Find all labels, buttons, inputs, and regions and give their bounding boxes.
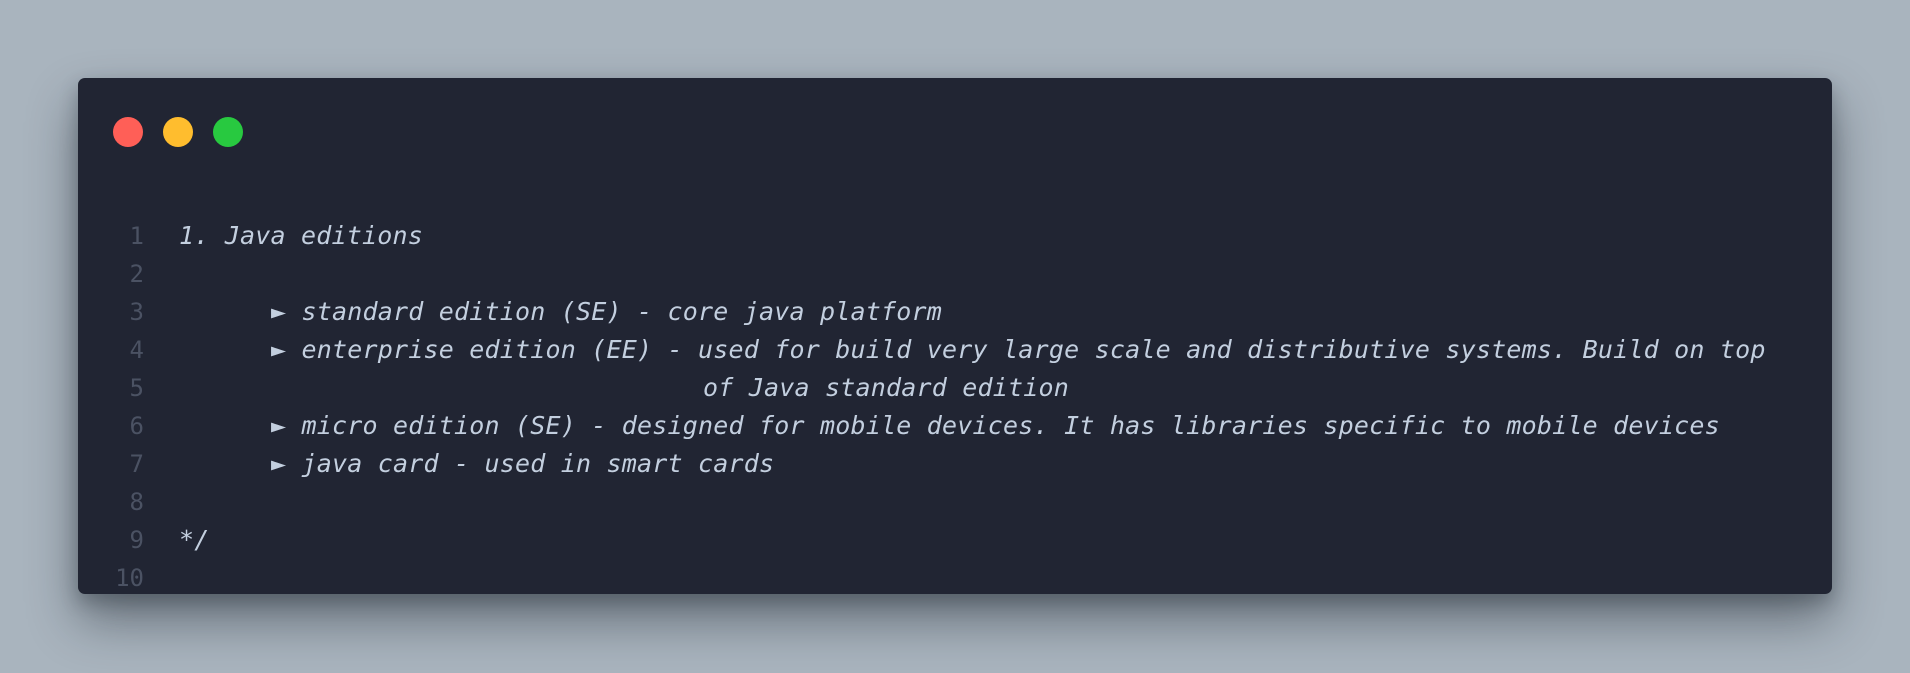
code-line: 7 ► micro edition (SE) - designed for mo…: [78, 407, 1832, 478]
close-button[interactable]: [113, 117, 143, 147]
code-line: 8 ► java card - used in smart cards: [78, 445, 1832, 516]
line-number: 10: [115, 564, 144, 592]
code-line: 4 ► standard edition (SE) - core java pl…: [78, 293, 1832, 364]
code-line: 10 */: [78, 521, 1832, 592]
code-text: ► enterprise edition (EE) - used for bui…: [271, 335, 1766, 364]
code-text: ► standard edition (SE) - core java plat…: [271, 297, 943, 326]
code-line: 3: [78, 255, 1832, 326]
code-text: ► java card - used in smart cards: [271, 449, 775, 478]
code-line: 1: [78, 179, 1832, 250]
code-text: ► micro edition (SE) - designed for mobi…: [271, 411, 1720, 440]
code-line: 9: [78, 483, 1832, 554]
minimize-button[interactable]: [163, 117, 193, 147]
code-line: 6 of Java standard edition: [78, 369, 1832, 440]
code-text: of Java standard edition: [703, 373, 1070, 402]
code-editor: 1 2 1. Java editions 3 4 ► standard edit…: [78, 179, 1832, 592]
code-text: */: [179, 525, 210, 554]
code-line: 5 ► enterprise edition (EE) - used for b…: [78, 331, 1832, 402]
code-window: 1 2 1. Java editions 3 4 ► standard edit…: [78, 78, 1832, 594]
maximize-button[interactable]: [213, 117, 243, 147]
code-text: 1. Java editions: [179, 221, 424, 250]
code-line: 2 1. Java editions: [78, 217, 1832, 288]
